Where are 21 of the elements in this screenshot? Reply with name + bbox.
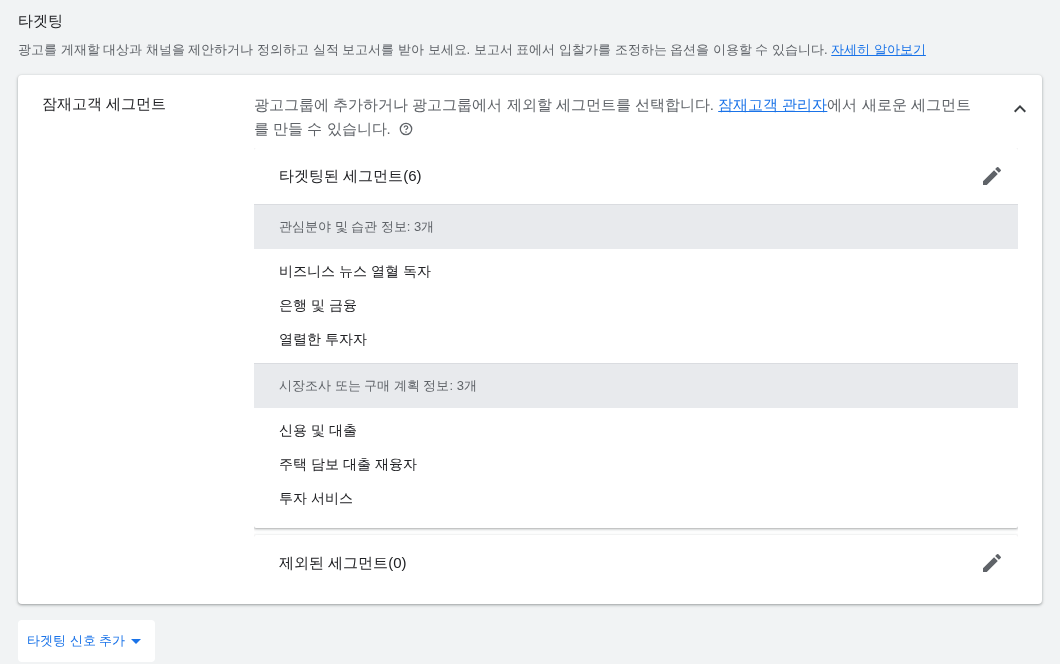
caret-icon [131, 638, 142, 644]
panel-title: 제외된 세그먼트(0) [279, 553, 407, 573]
section-description: 광고를 게재할 대상과 채널을 제안하거나 정의하고 실적 보고서를 받아 보세요. 보고서 표에서 입찰가를 조정하는 옵션을 이용할 수 있습니다. 자세히 알아보기 [18, 41, 927, 59]
help-icon[interactable] [398, 122, 413, 136]
panel-title: 타겟팅된 세그먼트(6) [279, 166, 422, 186]
group-heading: 시장조사 또는 구매 계획 정보: 3개 [254, 363, 1018, 408]
audience-manager-link[interactable]: 잠재고객 관리자 [718, 96, 828, 113]
section-description: 광고그룹에 추가하거나 광고그룹에서 제외할 세그먼트를 선택합니다. 잠재고객 관리자에서 새로운 세그먼트를 만들 수 있습니다. [254, 95, 972, 139]
section-label: 잠재고객 세그먼트 [42, 95, 167, 112]
segment-item: 은행 및 금융 [279, 297, 357, 315]
segment-item: 신용 및 대출 [279, 422, 357, 440]
segment-item: 투자 서비스 [279, 490, 353, 508]
section-title: 타겟팅 [18, 12, 64, 31]
edit-icon[interactable] [980, 551, 1004, 575]
segment-item: 비즈니스 뉴스 열혈 독자 [279, 263, 431, 281]
segment-item: 주택 담보 대출 재융자 [279, 456, 417, 474]
add-targeting-signal-button[interactable]: 타겟팅 신호 추가 [18, 620, 156, 662]
learn-more-link[interactable]: 자세히 알아보기 [831, 42, 926, 57]
group-heading: 관심분야 및 습관 정보: 3개 [254, 204, 1018, 249]
edit-icon[interactable] [980, 164, 1004, 188]
segment-item: 열렬한 투자자 [279, 331, 367, 349]
